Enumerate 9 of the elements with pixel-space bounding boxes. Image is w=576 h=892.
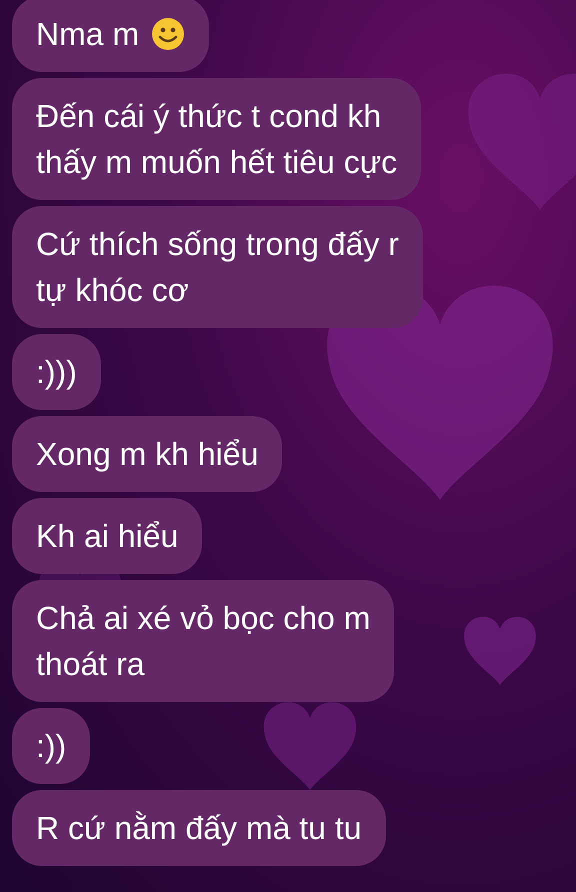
message-text: Nma m (36, 15, 140, 54)
message-text: Xong m kh hiểu (36, 435, 258, 474)
message-text: Chả ai xé vỏ bọc cho m thoát ra (36, 599, 370, 684)
message-text: Đến cái ý thức t cond kh thấy m muốn hết tiêu cực (36, 97, 398, 182)
message-text: Kh ai hiểu (36, 517, 178, 556)
message-text: :))) (36, 353, 77, 392)
message-text: :)) (36, 727, 66, 766)
message-text: Cứ thích sống trong đấy r tự khóc cơ (36, 225, 399, 310)
message-text: R cứ nằm đấy mà tu tu (36, 809, 362, 848)
